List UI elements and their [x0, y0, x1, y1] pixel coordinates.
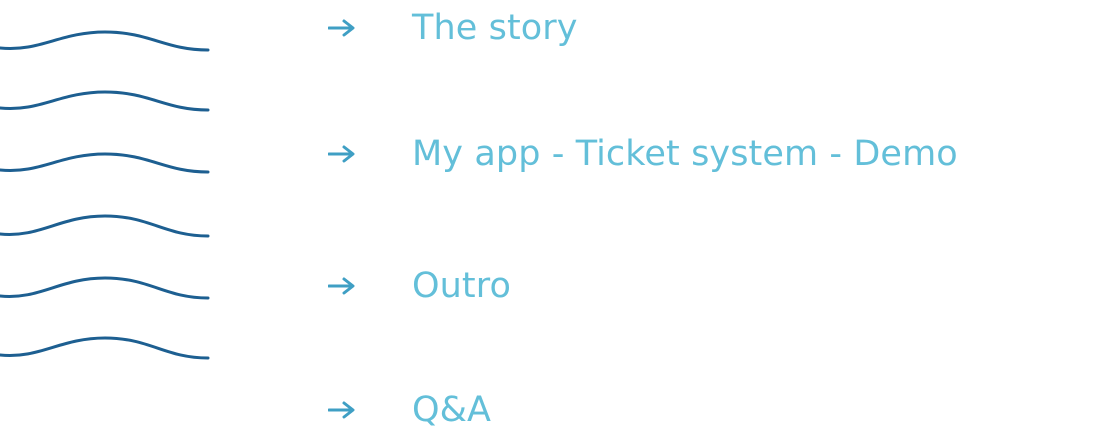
agenda-item-label: Q&A	[412, 390, 492, 430]
agenda-item-my-app-demo: My app - Ticket system - Demo	[328, 129, 958, 179]
wave-line-2	[0, 90, 210, 112]
right-arrow-icon	[328, 400, 356, 420]
right-arrow-icon	[328, 144, 356, 164]
agenda-item-the-story: The story	[328, 3, 578, 53]
right-arrow-icon	[328, 18, 356, 38]
wave-line-3	[0, 152, 210, 174]
wave-line-1	[0, 30, 210, 52]
wave-line-5	[0, 276, 210, 300]
wave-line-4	[0, 214, 210, 238]
right-arrow-icon	[328, 276, 356, 296]
agenda-item-qa: Q&A	[328, 385, 491, 435]
wave-decoration	[0, 30, 210, 360]
wave-line-6	[0, 336, 210, 360]
agenda-item-label: My app - Ticket system - Demo	[412, 134, 958, 174]
agenda-item-label: The story	[412, 8, 578, 48]
agenda-item-outro: Outro	[328, 261, 511, 311]
agenda-item-label: Outro	[412, 266, 511, 306]
